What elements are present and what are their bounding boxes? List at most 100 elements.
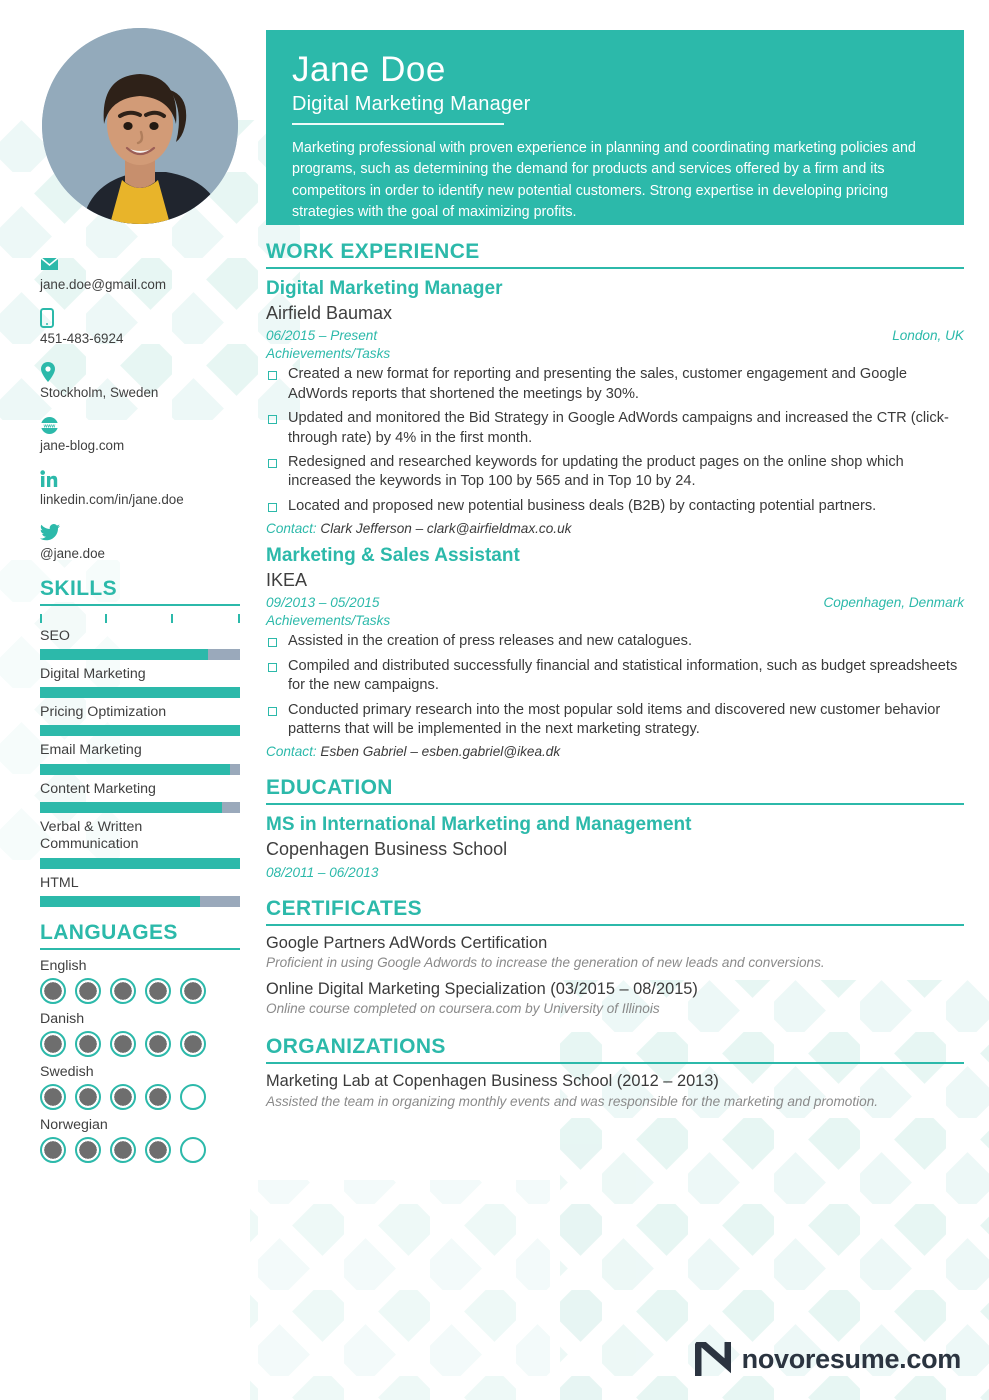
- skill-item: Digital Marketing: [40, 666, 242, 699]
- skill-bar-track: [40, 896, 240, 907]
- languages-heading: LANGUAGES: [40, 921, 178, 944]
- certificate-title: Online Digital Marketing Specialization …: [266, 979, 698, 998]
- work-entry-title: Digital Marketing Manager: [266, 278, 503, 299]
- language-level-dot: [75, 978, 101, 1004]
- language-level-dot: [180, 1137, 206, 1163]
- skill-item: SEO: [40, 628, 242, 660]
- language-level-dot: [40, 978, 66, 1004]
- work-entry-meta: 09/2013 – 05/2015 Copenhagen, Denmark: [266, 595, 964, 610]
- achievement-item: Redesigned and researched keywords for u…: [266, 453, 964, 492]
- skill-bar-fill: [40, 648, 208, 660]
- language-item: English: [40, 958, 242, 1004]
- work-entry-organization: Airfield Baumax: [266, 302, 393, 323]
- certificate-item: Online Digital Marketing Specialization …: [266, 979, 964, 1018]
- education-entry: MS in International Marketing and Manage…: [266, 814, 964, 879]
- achievement-item: Located and proposed new potential busin…: [266, 497, 964, 516]
- language-level-dot: [75, 1084, 101, 1110]
- sidebar: jane.doe@gmail.com 451-483-6924 Stockhol…: [0, 240, 266, 1170]
- contact-linkedin-value: linkedin.com/in/jane.doe: [40, 492, 184, 507]
- education-divider: [266, 803, 964, 806]
- achievement-item: Conducted primary research into the most…: [266, 701, 964, 740]
- job-title: Digital Marketing Manager: [292, 92, 531, 115]
- contact-phone-value: 451-483-6924: [40, 330, 124, 346]
- location-pin-icon: [40, 361, 242, 382]
- work-entry: Marketing & Sales Assistant IKEA 09/2013 –…: [266, 545, 964, 759]
- skill-item: Pricing Optimization: [40, 704, 242, 737]
- organization-item: Marketing Lab at Copenhagen Business Sch…: [266, 1071, 964, 1110]
- skill-bar-track: [40, 857, 240, 869]
- language-label: Danish: [40, 1011, 85, 1027]
- achievement-item: Created a new format for reporting and p…: [266, 365, 964, 404]
- language-level-dot: [145, 978, 171, 1004]
- achievement-item: Assisted in the creation of press releas…: [266, 632, 964, 651]
- skills-scale-ticks: [40, 613, 240, 624]
- skills-list: SEO Digital Marketing Pricing Optimization…: [40, 628, 242, 907]
- language-level-dot: [40, 1137, 66, 1163]
- education-degree: MS in International Marketing and Manage…: [266, 814, 692, 836]
- languages-section: LANGUAGES English Danish Swedish Norwegian: [40, 921, 242, 1163]
- skill-label: HTML: [40, 874, 79, 891]
- skill-bar-fill: [40, 896, 200, 907]
- language-level-dot: [145, 1084, 171, 1110]
- language-level-dot: [40, 1031, 66, 1057]
- skill-bar-fill: [40, 725, 240, 737]
- language-level-dots: [40, 1031, 242, 1057]
- education-entry-list: MS in International Marketing and Manage…: [266, 814, 964, 879]
- contact-location[interactable]: Stockholm, Sweden: [40, 361, 242, 402]
- skill-item: Email Marketing: [40, 742, 242, 775]
- www-globe-icon: www: [40, 415, 242, 435]
- contact-email[interactable]: jane.doe@gmail.com: [40, 254, 242, 294]
- skills-section: SKILLS SEO Digital Marketing Pricing Optim…: [40, 576, 242, 907]
- language-level-dot: [180, 1031, 206, 1057]
- skill-bar-fill: [40, 857, 240, 869]
- avatar: [42, 28, 238, 224]
- skills-heading: SKILLS: [40, 576, 118, 600]
- resume-page: Jane Doe Digital Marketing Manager Marke…: [0, 0, 989, 1400]
- contact-phone[interactable]: 451-483-6924: [40, 307, 242, 348]
- language-level-dot: [75, 1031, 101, 1057]
- contact-twitter[interactable]: @jane.doe: [40, 523, 242, 563]
- languages-list: English Danish Swedish Norwegian: [40, 958, 242, 1163]
- certificates-section: CERTIFICATES Google Partners AdWords Cer…: [266, 897, 964, 1018]
- skill-bar-fill: [40, 802, 222, 814]
- resume-header: Jane Doe Digital Marketing Manager Marke…: [0, 0, 989, 240]
- language-item: Norwegian: [40, 1117, 242, 1163]
- header-banner: Jane Doe Digital Marketing Manager Marke…: [266, 30, 964, 225]
- novoresume-n-logo-icon: [694, 1342, 731, 1376]
- work-entry-location: London, UK: [892, 328, 964, 344]
- education-meta: 08/2011 – 06/2013: [266, 865, 964, 880]
- achievements-list: Assisted in the creation of press releas…: [266, 632, 964, 739]
- organizations-divider: [266, 1062, 964, 1065]
- skill-label: SEO: [40, 627, 70, 644]
- organization-title: Marketing Lab at Copenhagen Business Sch…: [266, 1072, 719, 1091]
- language-level-dot: [110, 1137, 136, 1163]
- work-entry-list: Digital Marketing Manager Airfield Baumax…: [266, 278, 964, 759]
- organizations-list: Marketing Lab at Copenhagen Business Sch…: [266, 1071, 964, 1110]
- work-experience-section: WORK EXPERIENCE Digital Marketing Manage…: [266, 240, 964, 759]
- reference-contact: Contact: Clark Jefferson – clark@airfiel…: [266, 521, 964, 536]
- certificate-item: Google Partners AdWords Certification Pro…: [266, 933, 964, 972]
- language-label: Norwegian: [40, 1117, 108, 1133]
- contact-linkedin[interactable]: linkedin.com/in/jane.doe: [40, 469, 242, 509]
- skills-divider: [40, 603, 240, 606]
- novoresume-footer[interactable]: novoresume.com: [694, 1342, 961, 1376]
- skill-bar-track: [40, 763, 240, 775]
- work-entry-dates: 09/2013 – 05/2015: [266, 595, 380, 611]
- linkedin-icon: [40, 469, 242, 489]
- contact-list: jane.doe@gmail.com 451-483-6924 Stockhol…: [40, 254, 242, 563]
- certificate-title: Google Partners AdWords Certification: [266, 933, 548, 952]
- language-item: Swedish: [40, 1064, 242, 1110]
- contact-website[interactable]: www jane-blog.com: [40, 415, 242, 455]
- skill-item: HTML: [40, 875, 242, 907]
- reference-contact: Contact: Esben Gabriel – esben.gabriel@i…: [266, 744, 964, 759]
- work-entry: Digital Marketing Manager Airfield Baumax…: [266, 278, 964, 536]
- twitter-icon: [40, 523, 242, 543]
- certificate-description: Proficient in using Google Adwords to in…: [266, 955, 825, 971]
- language-level-dot: [180, 978, 206, 1004]
- skill-bar-fill: [40, 763, 230, 775]
- work-entry-dates: 06/2015 – Present: [266, 328, 378, 344]
- language-item: Danish: [40, 1011, 242, 1057]
- certificates-heading: CERTIFICATES: [266, 896, 423, 920]
- language-level-dot: [180, 1084, 206, 1110]
- profile-summary: Marketing professional with proven exper…: [292, 139, 916, 221]
